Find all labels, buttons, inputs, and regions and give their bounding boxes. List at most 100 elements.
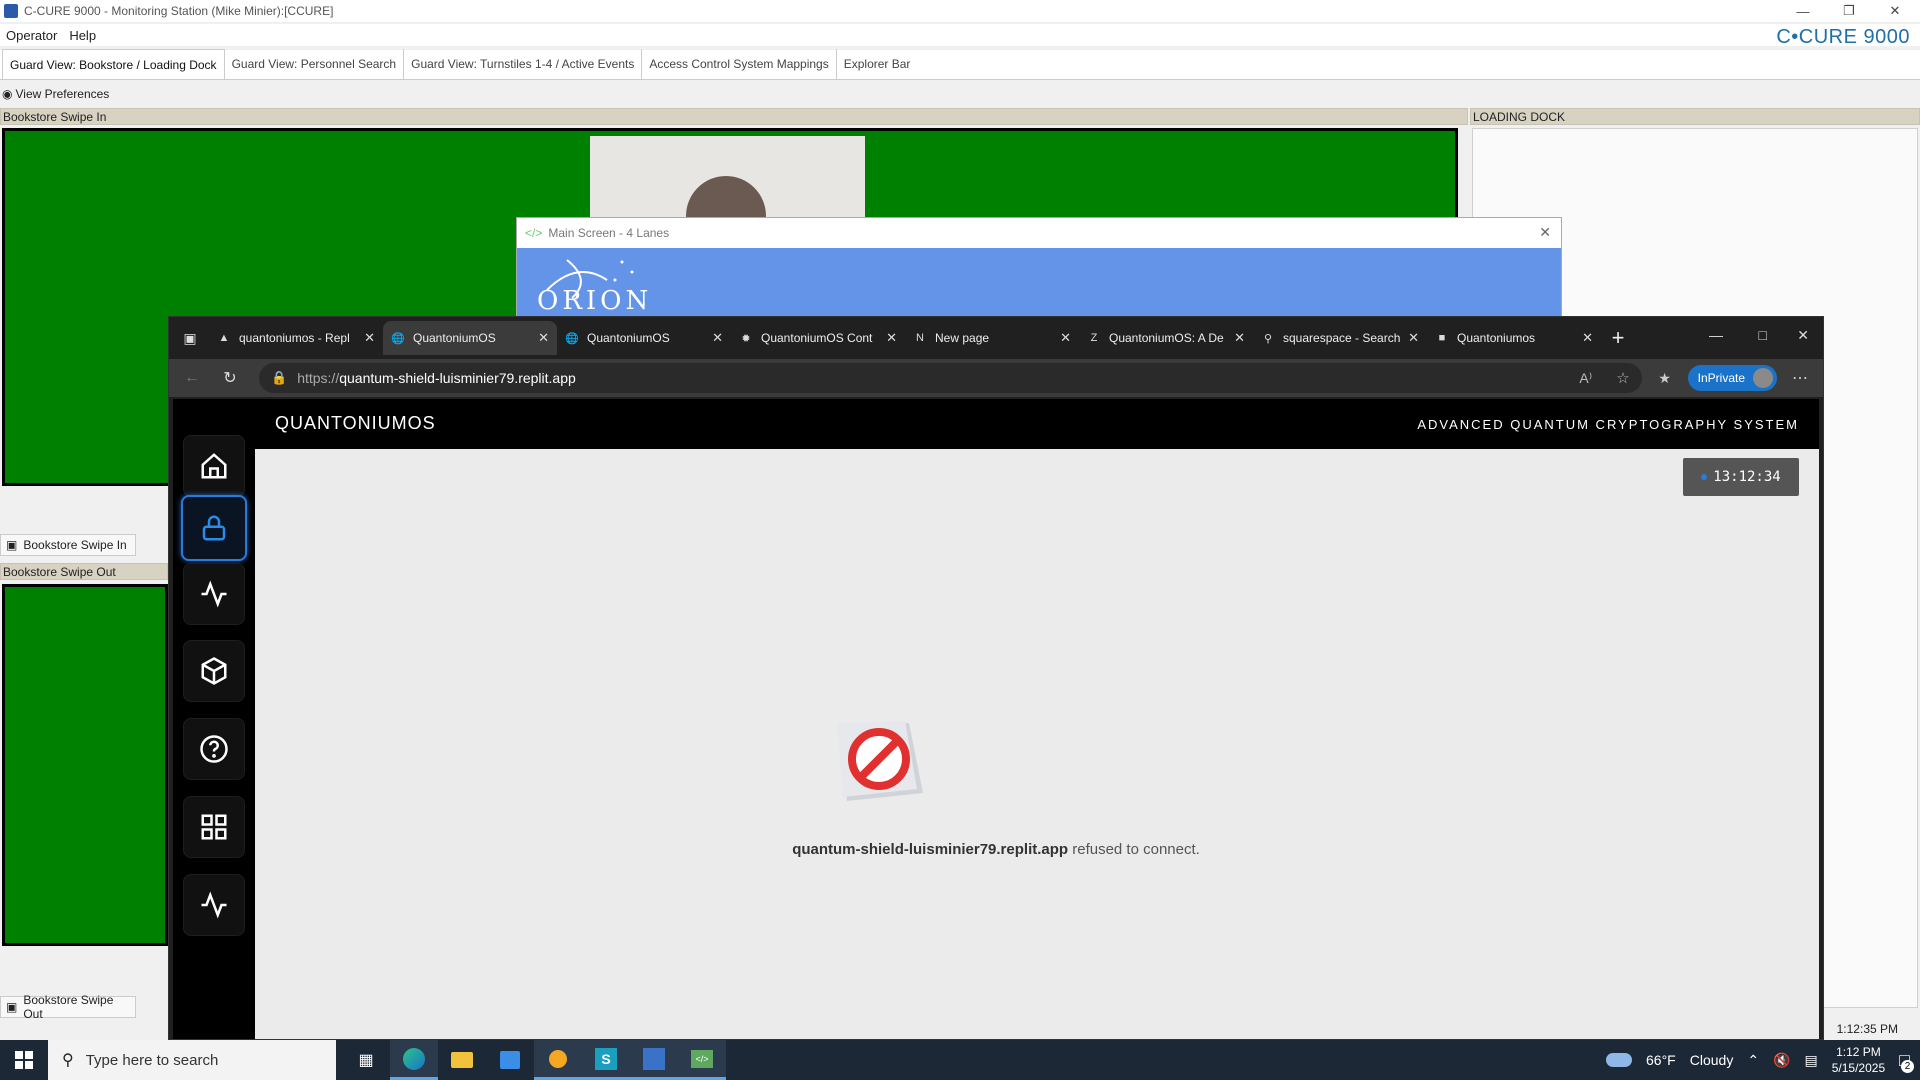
browser-tab-4[interactable]: N New page ✕ (905, 321, 1079, 355)
menu-operator[interactable]: Operator (0, 28, 63, 43)
blocked-icon (837, 721, 923, 801)
browser-maximize-icon[interactable]: □ (1759, 327, 1767, 343)
tab-actions-icon[interactable]: ▣ (177, 330, 203, 347)
new-tab-icon[interactable]: + (1601, 325, 1635, 351)
browser-tab-5[interactable]: Z QuantoniumOS: A De ✕ (1079, 321, 1253, 355)
more-options-icon[interactable]: ⋯ (1785, 368, 1815, 388)
tab-guard-view-personnel[interactable]: Guard View: Personnel Search (225, 49, 405, 79)
restore-button[interactable]: ❐ (1826, 0, 1872, 22)
inprivate-badge[interactable]: InPrivate (1687, 365, 1777, 391)
sidebar-help-button[interactable] (183, 718, 245, 780)
tab-close-icon[interactable]: ✕ (538, 330, 549, 346)
taskbar-edge[interactable] (390, 1040, 438, 1080)
sidebar-security-button[interactable] (181, 495, 247, 561)
status-dot (1701, 474, 1708, 480)
inprivate-label: InPrivate (1697, 371, 1745, 385)
taskbar-app-blue[interactable] (630, 1040, 678, 1080)
address-bar[interactable]: 🔒 https://quantum-shield-luisminier79.re… (259, 363, 1642, 393)
tab-close-icon[interactable]: ✕ (1582, 330, 1593, 346)
cam-tab-swipe-out[interactable]: ▣ Bookstore Swipe Out (0, 993, 136, 1021)
tab-guard-view-bookstore[interactable]: Guard View: Bookstore / Loading Dock (2, 49, 225, 79)
refresh-icon[interactable]: ↻ (215, 368, 245, 388)
tab-close-icon[interactable]: ✕ (1408, 330, 1419, 346)
browser-tab-strip: ▣ ▲ quantoniumos - Repl ✕ 🌐 QuantoniumOS ✕ 🌐 Qu… (169, 317, 1823, 359)
app-sidebar (173, 399, 255, 1039)
notification-icon[interactable]: □2 (1899, 1050, 1914, 1073)
browser-tab-3[interactable]: ✹ QuantoniumOS Cont ✕ (731, 321, 905, 355)
minimize-button[interactable]: — (1780, 0, 1826, 22)
browser-tab-title: quantoniumos - Repl (239, 331, 350, 345)
globe-icon: 🌐 (565, 332, 579, 345)
browser-tab-title: QuantoniumOS (413, 331, 496, 345)
sidebar-cube-button[interactable] (183, 640, 245, 702)
browser-tab-2[interactable]: 🌐 QuantoniumOS ✕ (557, 321, 731, 355)
taskbar-app-s[interactable]: S (582, 1040, 630, 1080)
browser-toolbar: ← ↻ 🔒 https://quantum-shield-luisminier7… (169, 359, 1823, 397)
home-icon (201, 453, 227, 479)
ccure-brand-logo: C•CURE 9000 (1776, 26, 1910, 48)
tab-guard-view-turnstiles[interactable]: Guard View: Turnstiles 1-4 / Active Even… (404, 49, 643, 79)
browser-tab-7[interactable]: ■ Quantoniumos ✕ (1427, 321, 1601, 355)
taskbar-ccure[interactable] (534, 1040, 582, 1080)
taskbar-date: 5/15/2025 (1831, 1061, 1886, 1075)
connection-error-message: quantum-shield-luisminier79.replit.app r… (173, 841, 1819, 858)
favorites-icon[interactable]: ★ (1650, 370, 1680, 387)
popup-close-icon[interactable]: ✕ (1539, 224, 1551, 241)
taskbar-clock[interactable]: 1:12 PM 5/15/2025 (1832, 1044, 1885, 1076)
browser-tab-0[interactable]: ▲ quantoniumos - Repl ✕ (209, 321, 383, 355)
folder-icon (451, 1052, 473, 1068)
sidebar-monitor-button[interactable] (183, 563, 245, 625)
edge-browser-window: ▣ ▲ quantoniumos - Repl ✕ 🌐 QuantoniumOS ✕ 🌐 Qu… (168, 316, 1824, 1040)
start-button[interactable] (0, 1040, 48, 1080)
lock-icon: 🔒 (271, 370, 288, 385)
task-view-button[interactable]: ▦ (342, 1040, 390, 1080)
camera-icon: ▣ (6, 538, 18, 552)
weather-desc[interactable]: Cloudy (1690, 1052, 1734, 1068)
taskbar-search[interactable]: ⚲ Type here to search (48, 1040, 336, 1080)
ccure-window-title: C-CURE 9000 - Monitoring Station (Mike M… (24, 4, 334, 18)
browser-close-icon[interactable]: ✕ (1797, 327, 1809, 344)
ccure-tab-bar: Guard View: Bookstore / Loading Dock Gua… (0, 49, 1920, 80)
orion-popup-window: </> Main Screen - 4 Lanes ✕ ORION (516, 217, 1562, 333)
favorite-star-icon[interactable]: ☆ (1616, 369, 1629, 387)
weather-temp[interactable]: 66°F (1646, 1052, 1676, 1068)
taskbar-store[interactable] (486, 1040, 534, 1080)
network-icon[interactable]: ▤ (1805, 1052, 1818, 1069)
sidebar-activity-button[interactable] (183, 874, 245, 936)
tab-close-icon[interactable]: ✕ (1060, 330, 1071, 346)
taskbar-app-orion[interactable]: </> (678, 1040, 726, 1080)
zenodo-icon: Z (1090, 332, 1098, 344)
panel-header-swipe-in: Bookstore Swipe In (0, 108, 1468, 125)
activity-icon (201, 891, 227, 919)
edge-icon (403, 1047, 425, 1070)
view-preferences[interactable]: ◉ View Preferences (2, 86, 109, 102)
cam-tab-swipe-in[interactable]: ▣ Bookstore Swipe In (0, 534, 136, 556)
tab-close-icon[interactable]: ✕ (364, 330, 375, 346)
panel-header-loading-dock: LOADING DOCK (1470, 108, 1920, 125)
binoculars-icon: ◉ (2, 87, 13, 101)
browser-tab-6[interactable]: ⚲ squarespace - Search ✕ (1253, 321, 1427, 355)
grid-icon (201, 814, 227, 840)
taskbar-file-explorer[interactable] (438, 1040, 486, 1080)
code-window-icon: </> (691, 1049, 713, 1068)
sidebar-home-button[interactable] (183, 435, 245, 497)
volume-muted-icon[interactable]: 🔇 (1773, 1052, 1790, 1069)
back-arrow-icon[interactable]: ← (177, 369, 207, 387)
code-icon: </> (525, 226, 543, 240)
tab-explorer-bar[interactable]: Explorer Bar (837, 49, 918, 79)
tab-close-icon[interactable]: ✕ (886, 330, 897, 346)
browser-minimize-icon[interactable]: — (1709, 327, 1723, 343)
close-button[interactable]: ✕ (1872, 0, 1918, 22)
menu-help[interactable]: Help (63, 28, 102, 43)
chevron-up-icon[interactable]: ⌃ (1747, 1052, 1759, 1069)
read-aloud-icon[interactable]: A⁾ (1579, 370, 1592, 387)
task-view-icon: ▦ (358, 1052, 374, 1069)
tab-close-icon[interactable]: ✕ (1234, 330, 1245, 346)
tab-close-icon[interactable]: ✕ (712, 330, 723, 346)
url-host: quantum-shield-luisminier79.replit.app (339, 370, 576, 386)
profile-avatar (1753, 368, 1773, 388)
browser-tab-1[interactable]: 🌐 QuantoniumOS ✕ (383, 321, 557, 355)
windows-taskbar: ⚲ Type here to search ▦ S </> 66°F Cloud… (0, 1040, 1920, 1080)
cloud-icon (1606, 1053, 1632, 1067)
tab-access-control-mappings[interactable]: Access Control System Mappings (642, 49, 837, 79)
